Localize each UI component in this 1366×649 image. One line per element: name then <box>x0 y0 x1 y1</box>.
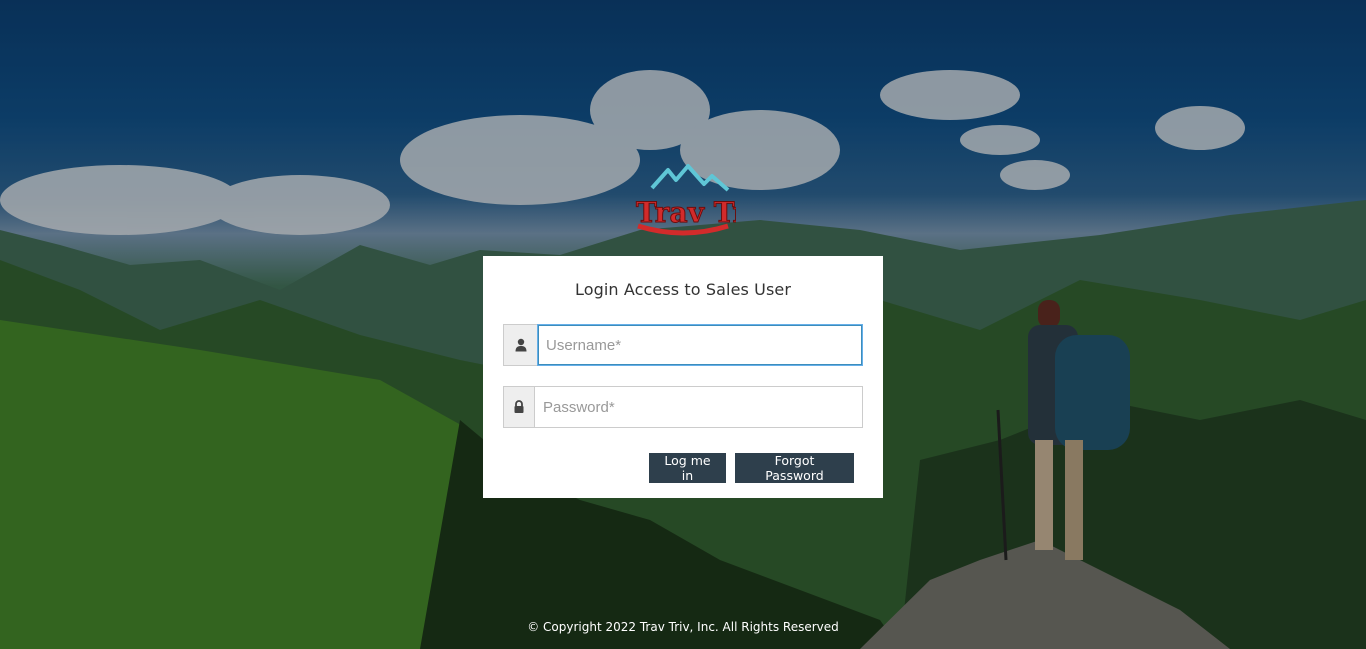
login-title: Login Access to Sales User <box>575 280 791 299</box>
password-field-group <box>503 386 863 428</box>
login-card: Login Access to Sales User Log me in For… <box>483 256 883 498</box>
forgot-password-button[interactable]: Forgot Password <box>735 453 854 483</box>
copyright-footer: © Copyright 2022 Trav Triv, Inc. All Rig… <box>527 620 839 634</box>
password-input[interactable] <box>534 386 863 428</box>
trav-triv-logo-icon: Trav Triv <box>636 164 775 236</box>
username-input[interactable] <box>537 324 863 366</box>
username-addon <box>503 324 537 366</box>
password-addon <box>503 386 534 428</box>
svg-text:Trav Triv: Trav Triv <box>636 196 736 229</box>
username-field-group <box>503 324 863 366</box>
user-icon <box>515 338 526 352</box>
brand-logo: Trav Triv <box>630 162 775 242</box>
login-button[interactable]: Log me in <box>649 453 726 483</box>
lock-icon <box>514 400 524 413</box>
